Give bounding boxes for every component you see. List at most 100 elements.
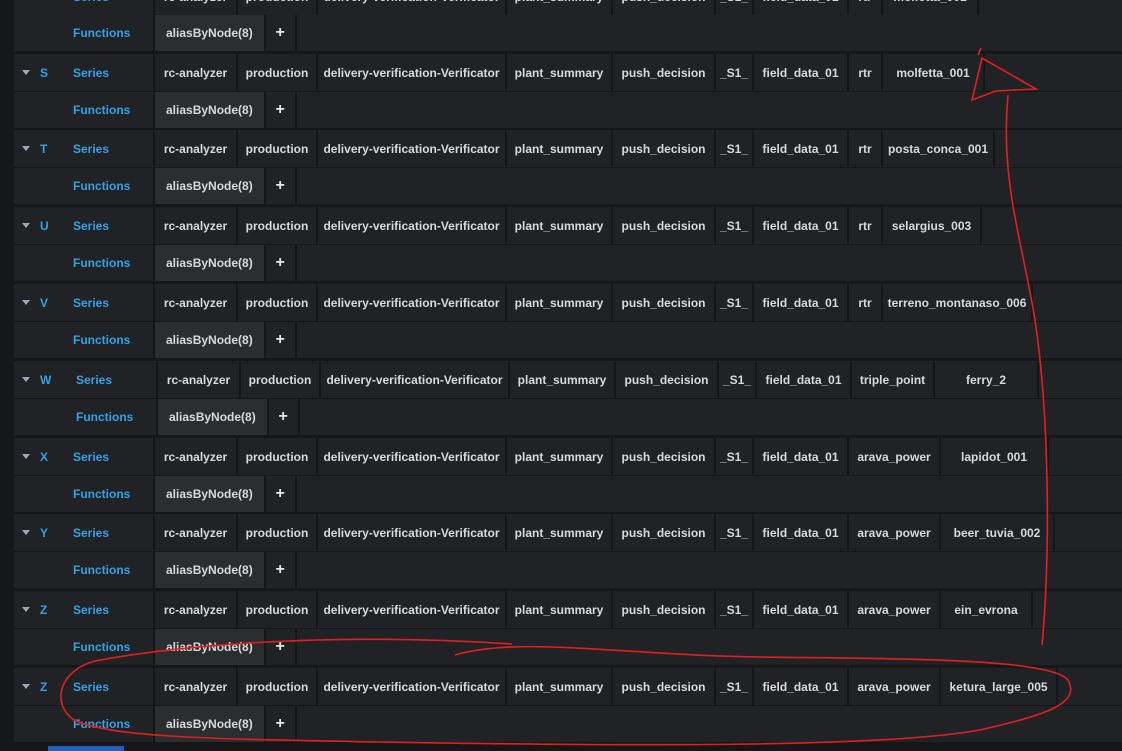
segment[interactable]: rc-analyzer [156, 361, 239, 398]
segment[interactable]: production [236, 514, 316, 551]
caret-down-icon[interactable] [22, 146, 30, 151]
segment[interactable]: ketura_large_005 [939, 668, 1058, 705]
segment[interactable]: plant_summary [505, 0, 611, 15]
add-function-button[interactable]: + [263, 15, 297, 51]
segment[interactable]: push_decision [611, 0, 714, 15]
add-function-button[interactable]: + [263, 322, 297, 358]
segment[interactable]: push_decision [611, 130, 714, 167]
function-alias-by-node[interactable]: aliasByNode(8) [153, 552, 264, 588]
segment[interactable]: posta_conca_001 [881, 130, 995, 167]
segment[interactable]: _S1_ [714, 668, 752, 705]
segment[interactable]: field_data_01 [755, 361, 850, 398]
function-alias-by-node[interactable]: aliasByNode(8) [153, 15, 264, 51]
segment[interactable]: production [236, 668, 316, 705]
function-alias-by-node[interactable]: aliasByNode(8) [153, 92, 264, 128]
segment[interactable]: delivery-verification-Verificator [316, 54, 505, 91]
segment[interactable]: delivery-verification-Verificator [316, 514, 505, 551]
segment[interactable]: push_decision [611, 438, 714, 475]
segment[interactable]: push_decision [611, 54, 714, 91]
query-letter[interactable]: T [14, 130, 73, 167]
segment[interactable]: production [236, 0, 316, 15]
segment[interactable]: rtr [847, 0, 881, 15]
segment[interactable]: _S1_ [714, 284, 752, 321]
segment[interactable]: plant_summary [505, 668, 611, 705]
segment[interactable]: rtr [847, 54, 881, 91]
segment[interactable]: rc-analyzer [153, 54, 236, 91]
function-alias-by-node[interactable]: aliasByNode(8) [153, 168, 264, 204]
segment[interactable]: plant_summary [505, 130, 611, 167]
segment[interactable]: delivery-verification-Verificator [316, 284, 505, 321]
query-letter[interactable]: Y [14, 514, 73, 551]
segment[interactable]: production [236, 284, 316, 321]
function-alias-by-node[interactable]: aliasByNode(8) [153, 322, 264, 358]
segment[interactable]: delivery-verification-Verificator [316, 130, 505, 167]
segment[interactable]: delivery-verification-Verificator [316, 0, 505, 15]
segment[interactable]: field_data_01 [752, 0, 847, 15]
segment[interactable]: plant_summary [505, 284, 611, 321]
segment[interactable]: rtr [847, 130, 881, 167]
query-letter[interactable]: U [14, 207, 73, 244]
segment[interactable]: push_decision [611, 207, 714, 244]
segment[interactable]: plant_summary [505, 54, 611, 91]
segment[interactable]: production [239, 361, 319, 398]
segment[interactable]: molfetta_001 [881, 54, 985, 91]
query-letter[interactable]: X [14, 438, 73, 475]
segment[interactable]: field_data_01 [752, 591, 847, 628]
segment[interactable]: production [236, 591, 316, 628]
query-letter[interactable]: W [14, 361, 76, 398]
caret-down-icon[interactable] [22, 454, 30, 459]
caret-down-icon[interactable] [22, 70, 30, 75]
add-function-button[interactable]: + [263, 706, 297, 742]
caret-down-icon[interactable] [22, 530, 30, 535]
segment[interactable]: production [236, 54, 316, 91]
segment[interactable]: lapidot_001 [939, 438, 1049, 475]
segment[interactable]: rtr [847, 284, 881, 321]
segment[interactable]: field_data_01 [752, 284, 847, 321]
segment[interactable]: ferry_2 [933, 361, 1039, 398]
segment[interactable]: _S1_ [714, 591, 752, 628]
segment[interactable]: terreno_montanaso_006 [881, 284, 1033, 321]
segment[interactable]: plant_summary [505, 591, 611, 628]
segment[interactable]: _S1_ [714, 54, 752, 91]
segment[interactable]: field_data_01 [752, 668, 847, 705]
segment[interactable]: arava_power [847, 668, 939, 705]
add-function-button[interactable]: + [263, 168, 297, 204]
function-alias-by-node[interactable]: aliasByNode(8) [153, 476, 264, 512]
segment[interactable]: push_decision [611, 668, 714, 705]
segment[interactable]: rc-analyzer [153, 438, 236, 475]
segment[interactable]: _S1_ [714, 207, 752, 244]
function-alias-by-node[interactable]: aliasByNode(8) [153, 629, 264, 665]
segment[interactable]: push_decision [611, 284, 714, 321]
segment[interactable]: push_decision [611, 514, 714, 551]
segment[interactable]: rc-analyzer [153, 284, 236, 321]
query-letter[interactable]: S [14, 54, 73, 91]
segment[interactable]: rtr [847, 207, 881, 244]
segment[interactable]: plant_summary [508, 361, 614, 398]
segment[interactable]: molfetta_001 [881, 0, 979, 15]
segment[interactable]: rc-analyzer [153, 130, 236, 167]
segment[interactable]: _S1_ [717, 361, 755, 398]
segment[interactable]: field_data_01 [752, 438, 847, 475]
segment[interactable]: production [236, 207, 316, 244]
add-function-button[interactable]: + [263, 92, 297, 128]
segment[interactable]: delivery-verification-Verificator [316, 438, 505, 475]
add-function-button[interactable]: + [266, 399, 300, 435]
segment[interactable]: delivery-verification-Verificator [316, 207, 505, 244]
add-function-button[interactable]: + [263, 245, 297, 281]
add-function-button[interactable]: + [263, 552, 297, 588]
add-function-button[interactable]: + [263, 476, 297, 512]
segment[interactable]: push_decision [614, 361, 717, 398]
segment[interactable]: arava_power [847, 438, 939, 475]
segment[interactable]: rc-analyzer [153, 514, 236, 551]
segment[interactable]: rc-analyzer [153, 591, 236, 628]
segment[interactable]: delivery-verification-Verificator [316, 591, 505, 628]
add-function-button[interactable]: + [263, 629, 297, 665]
caret-down-icon[interactable] [22, 684, 30, 689]
segment[interactable]: rc-analyzer [153, 668, 236, 705]
segment[interactable]: _S1_ [714, 0, 752, 15]
function-alias-by-node[interactable]: aliasByNode(8) [156, 399, 267, 435]
segment[interactable]: selargius_003 [881, 207, 982, 244]
function-alias-by-node[interactable]: aliasByNode(8) [153, 245, 264, 281]
segment[interactable]: beer_tuvia_002 [939, 514, 1055, 551]
function-alias-by-node[interactable]: aliasByNode(8) [153, 706, 264, 742]
